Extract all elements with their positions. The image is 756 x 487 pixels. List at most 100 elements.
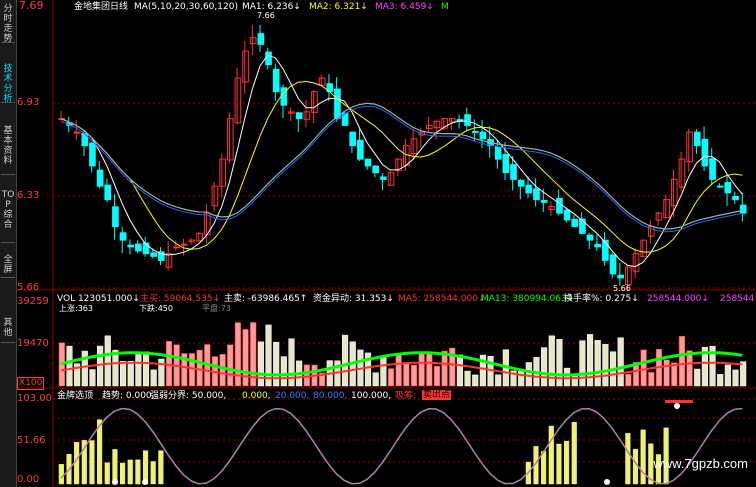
candle [112,206,119,228]
price-low-annotation: 5.66 [613,284,631,293]
volume-bar [732,369,739,387]
volume-bar [257,341,264,387]
volume-bar [648,372,655,387]
candle [219,158,226,187]
chart-canvas[interactable] [17,0,756,487]
volume-bar [464,370,471,387]
indicator-marker-1 [142,479,148,485]
candle [471,131,479,134]
volume-bar [433,365,441,387]
candle [226,118,234,161]
candle [334,88,341,120]
candle [288,111,295,114]
turnover-rate: 换手率%: 0.275↓ [564,294,639,304]
candle [586,234,594,241]
volume-bar [97,345,104,387]
ma-tail: M [441,2,449,12]
sidebar-tab-0[interactable]: 分时走势 [1,4,15,44]
sidebar-tab-3[interactable]: TOP综合 [1,190,15,243]
sidebar-tab-5[interactable]: 其他 [1,318,15,343]
candle [257,33,265,45]
candle [663,199,670,219]
indicator-v1: 0.000, [242,391,271,401]
candle [104,184,112,201]
sidebar-tab-2[interactable]: 基本资料 [1,126,15,175]
volume-axis-top: 39259 [17,296,49,307]
indicator-marker-0 [112,479,118,485]
volume-bar [127,360,134,387]
volume-bar [196,349,203,387]
volume-bar [564,367,571,387]
volume-bar [265,324,272,387]
candle [655,212,663,221]
candle [716,185,724,188]
volume-bar [571,374,578,387]
volume-bar [142,351,150,387]
indicator-bar [548,425,554,485]
sidebar-tab-1[interactable]: 技术分析 [1,64,15,104]
candle [701,138,709,167]
candle [617,274,625,279]
candle [594,243,602,248]
vol-tail-2: 258544 [720,294,755,304]
volume-bar [135,352,142,387]
indicator-bar [632,448,639,485]
volume-bar [165,341,173,387]
volume-bar [518,371,525,387]
indicator-name[interactable]: 金牌选顶 [57,391,93,401]
candle [249,37,257,45]
vol-ma5: MA5: 258544.000↓ [398,294,486,304]
candle [525,184,533,194]
volume-bar [678,336,686,387]
volume-bar [472,374,479,387]
stock-title[interactable]: 金地集团日线 [74,2,128,12]
candle [510,164,517,180]
candle [678,158,686,188]
candle [303,111,311,120]
ma3-value: MA3: 6.459↓ [375,2,434,12]
indicator-absorb: 吸筹: [395,391,417,401]
indicator-bar [150,461,156,485]
candle [571,218,579,228]
volume-bar [342,334,349,387]
indicator-bar [135,459,141,485]
volume-bar [119,361,127,387]
volume-bar [89,369,96,387]
candle [387,172,395,186]
vol-ma13: MA13: 380994.063↓ [481,294,575,304]
main-sell: 主卖: -63986.465↑ [224,294,308,304]
volume-bar [663,359,670,387]
volume-bar [188,353,196,387]
candle [433,120,441,129]
candle [311,91,318,113]
price-axis-label-2: 6.33 [17,190,40,201]
candle [533,188,540,201]
sidebar-tab-4[interactable]: 全屏 [1,255,15,278]
volume-axis-unit: X100 [17,377,45,390]
candle [135,243,142,252]
volume-bar [441,350,448,387]
volume-bar [150,369,157,387]
indicator-strength: 强弱分界: 50.000, [150,391,227,401]
indicator-bar [58,464,64,485]
kline-chart-area[interactable]: 7.69 金地集团日线 MA(5,10,20,30,60,120) MA1: 6… [17,0,756,487]
volume-bar [541,347,548,387]
candle [686,131,693,163]
vol-tail-1: 258544.000↓ [647,294,709,304]
candle [579,218,586,234]
volume-bar [724,364,731,387]
main-buy: 主买: 59064.535↓ [140,294,221,304]
volume-bar [456,354,463,387]
indicator-bar [104,462,110,485]
rise-count: 上涨:363 [59,304,93,313]
flat-count: 平盘:73 [202,304,231,313]
indicator-bar [625,433,631,485]
price-axis-label-3: 5.66 [17,282,40,293]
candle [632,253,640,272]
ma2-value: MA2: 6.321↓ [309,2,368,12]
volume-bar [495,374,502,387]
price-high-annotation: 7.66 [257,11,275,20]
indicator-bar [564,440,570,485]
price-top-axis-label: 7.69 [19,0,44,12]
indicator-bar [97,419,103,485]
